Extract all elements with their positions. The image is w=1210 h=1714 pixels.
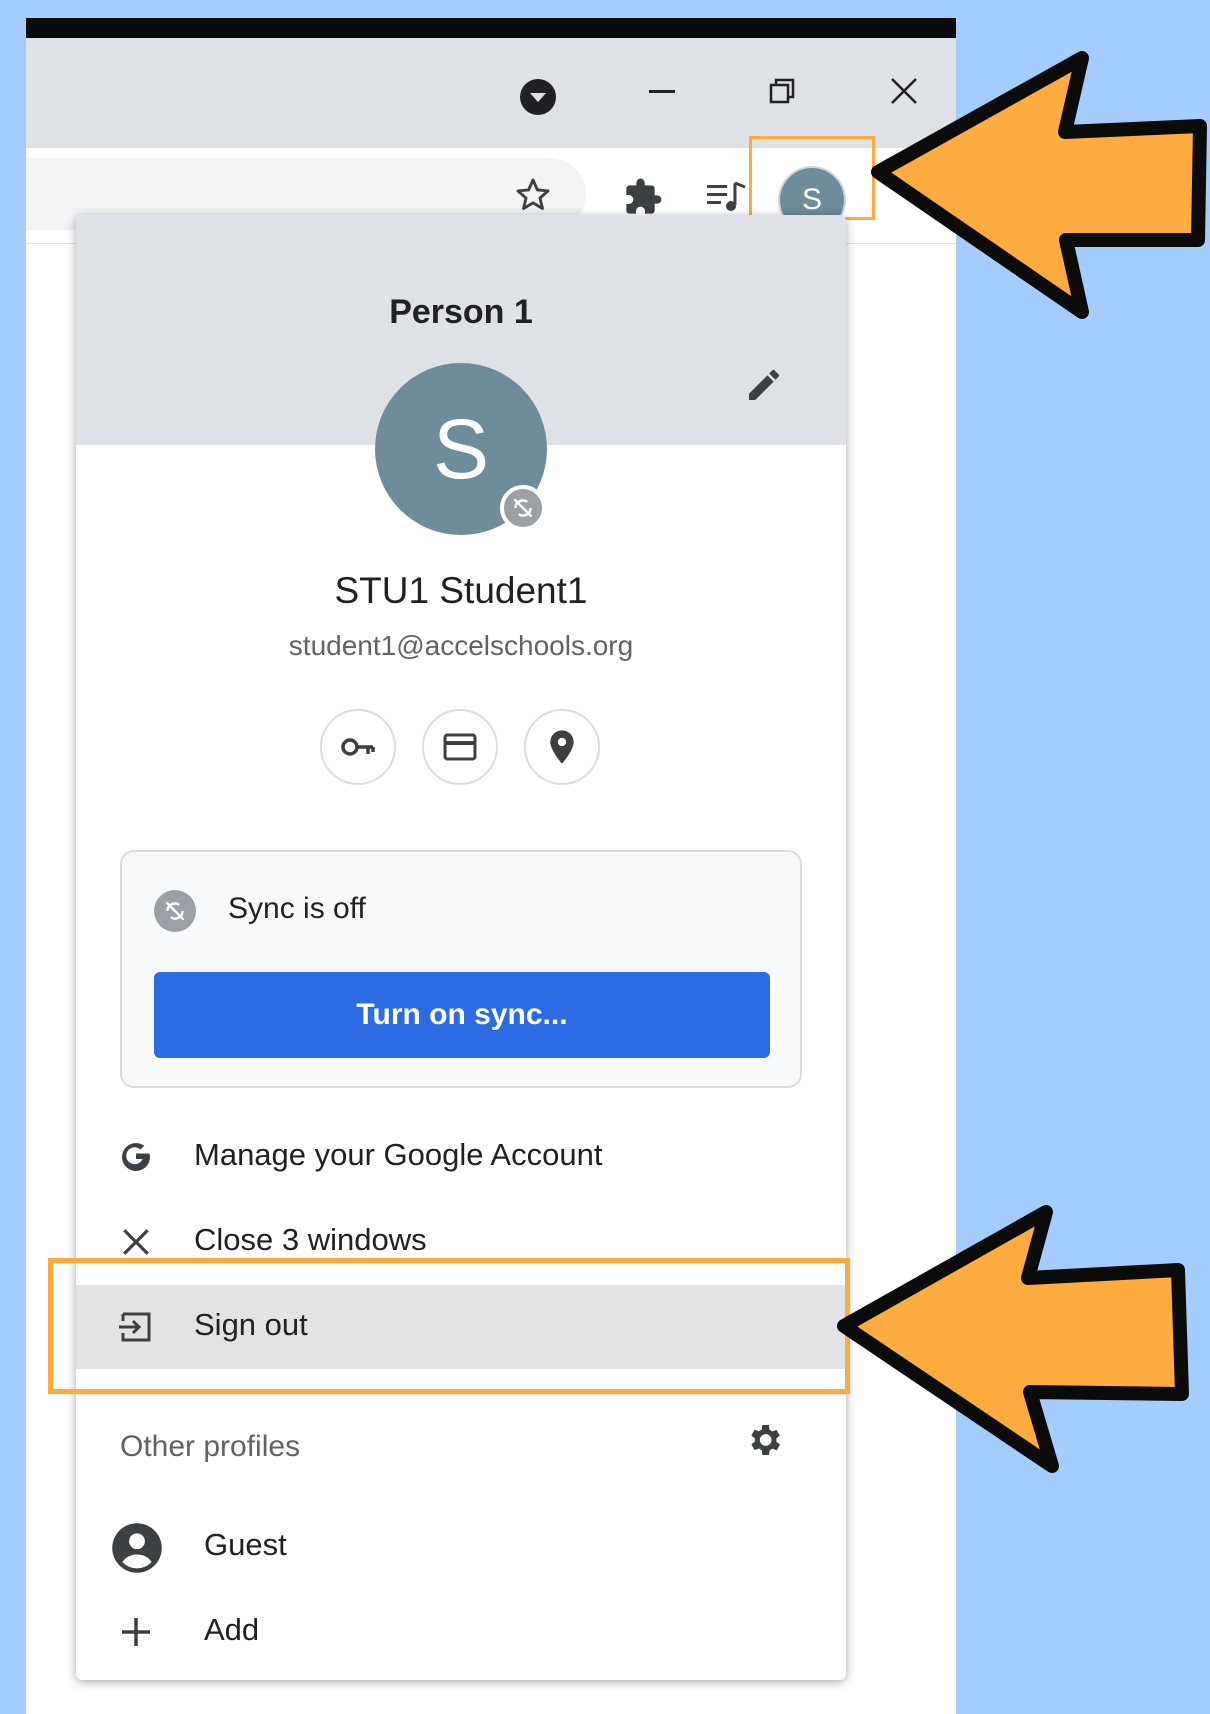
gear-icon[interactable] [744,1420,788,1464]
google-g-icon [114,1135,158,1179]
manage-google-account-label: Manage your Google Account [194,1137,603,1172]
account-circle-icon [110,1521,164,1575]
credit-card-icon[interactable] [422,709,498,785]
star-icon[interactable] [510,172,556,218]
top-arrow-icon [871,51,1207,319]
account-email: student1@accelschools.org [288,630,634,661]
key-icon[interactable] [320,709,396,785]
close-windows-label: Close 3 windows [194,1222,427,1257]
other-profiles-title: Other profiles [120,1430,301,1463]
chevron-down-circle-icon[interactable] [510,72,566,122]
minimize-icon[interactable] [632,66,692,116]
guest-profile-item[interactable]: Guest [76,1505,846,1589]
sync-card: Sync is off Turn on sync... [120,850,802,1088]
manage-google-account-item[interactable]: Manage your Google Account [76,1115,846,1199]
avatar-highlight-box [749,136,875,220]
plus-icon [114,1610,158,1654]
pencil-icon[interactable] [744,365,784,405]
turn-on-sync-button[interactable]: Turn on sync... [154,972,770,1058]
window-top-border [26,18,956,38]
sync-paused-icon [500,485,546,531]
restore-icon[interactable] [752,66,812,116]
add-label: Add [204,1612,260,1647]
add-profile-item[interactable]: Add [76,1590,846,1674]
sync-status-text: Sync is off [228,892,366,925]
bottom-arrow-icon [837,1205,1189,1473]
profile-avatar-letter: S [432,401,490,496]
sync-off-icon [154,890,196,932]
title-bar [26,38,956,148]
profile-menu: Person 1 S STU1 Student1 student1@accels… [76,215,846,1680]
profile-name: Person 1 [389,293,533,331]
sign-out-highlight-box [48,1258,850,1394]
account-full-name: STU1 Student1 [334,570,588,611]
guest-label: Guest [204,1527,287,1562]
location-pin-icon[interactable] [524,709,600,785]
